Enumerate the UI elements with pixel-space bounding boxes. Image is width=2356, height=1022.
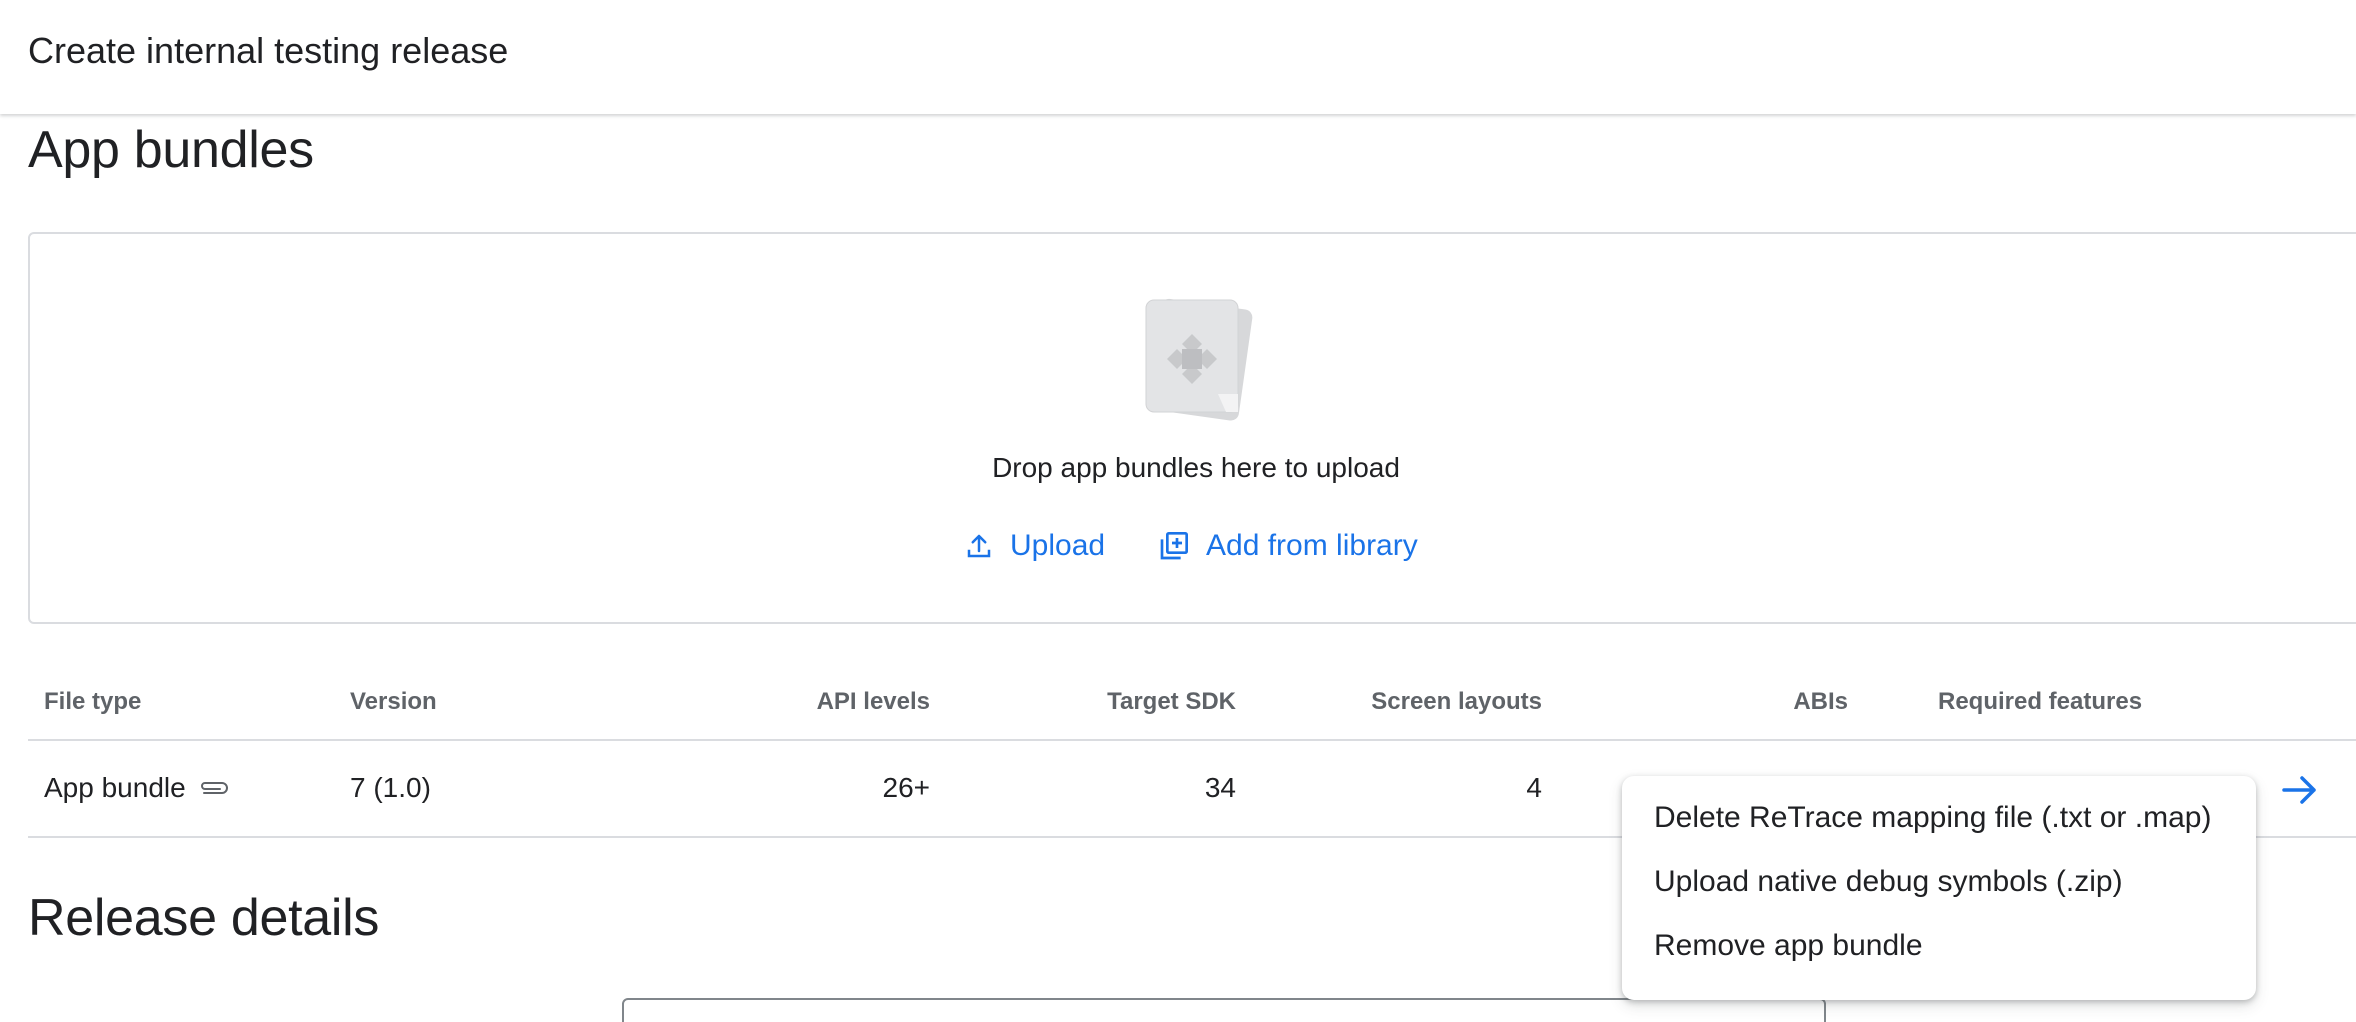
section-title-app-bundles: App bundles [28,121,314,179]
column-header-screen-layouts: Screen layouts [1371,688,1542,715]
column-header-abis: ABIs [1793,688,1848,715]
upload-button[interactable]: Upload [964,524,1105,568]
column-header-required-features: Required features [1938,688,2143,715]
section-title-release-details: Release details [28,889,380,947]
table-header-divider [28,739,2356,741]
release-name-field[interactable] [622,998,1826,1022]
cell-version: 7 (1.0) [350,772,431,803]
attachment-icon [200,782,228,794]
menu-item-upload-native-debug-symbols[interactable]: Upload native debug symbols (.zip) [1622,850,2256,914]
arrow-right-icon[interactable] [2280,772,2320,808]
menu-item-remove-app-bundle[interactable]: Remove app bundle [1622,914,2256,978]
upload-label: Upload [1010,529,1106,562]
add-from-library-label: Add from library [1206,529,1418,562]
cell-target-sdk: 34 [1204,772,1236,803]
column-header-api-levels: API levels [816,688,930,715]
library-add-icon [1160,532,1188,560]
menu-item-delete-retrace-mapping[interactable]: Delete ReTrace mapping file (.txt or .ma… [1622,786,2256,850]
page: Create internal testing release App bund… [0,0,2356,1022]
dropzone-hint: Drop app bundles here to upload [992,452,1400,483]
add-from-library-button[interactable]: Add from library [1158,524,1418,568]
top-bar: Create internal testing release [0,0,2356,114]
app-bundle-context-menu: Delete ReTrace mapping file (.txt or .ma… [1622,776,2256,1000]
column-header-version: Version [350,688,437,715]
cell-api-levels: 26+ [882,772,931,803]
table-row[interactable]: App bundle [44,772,230,804]
app-bundle-file-icon [1145,298,1253,421]
cell-file-type: App bundle [44,772,186,803]
cell-screen-layouts: 4 [1526,772,1542,803]
column-header-target-sdk: Target SDK [1107,688,1236,715]
upload-icon [967,534,991,558]
page-title: Create internal testing release [28,30,509,71]
column-header-file-type: File type [44,688,142,715]
